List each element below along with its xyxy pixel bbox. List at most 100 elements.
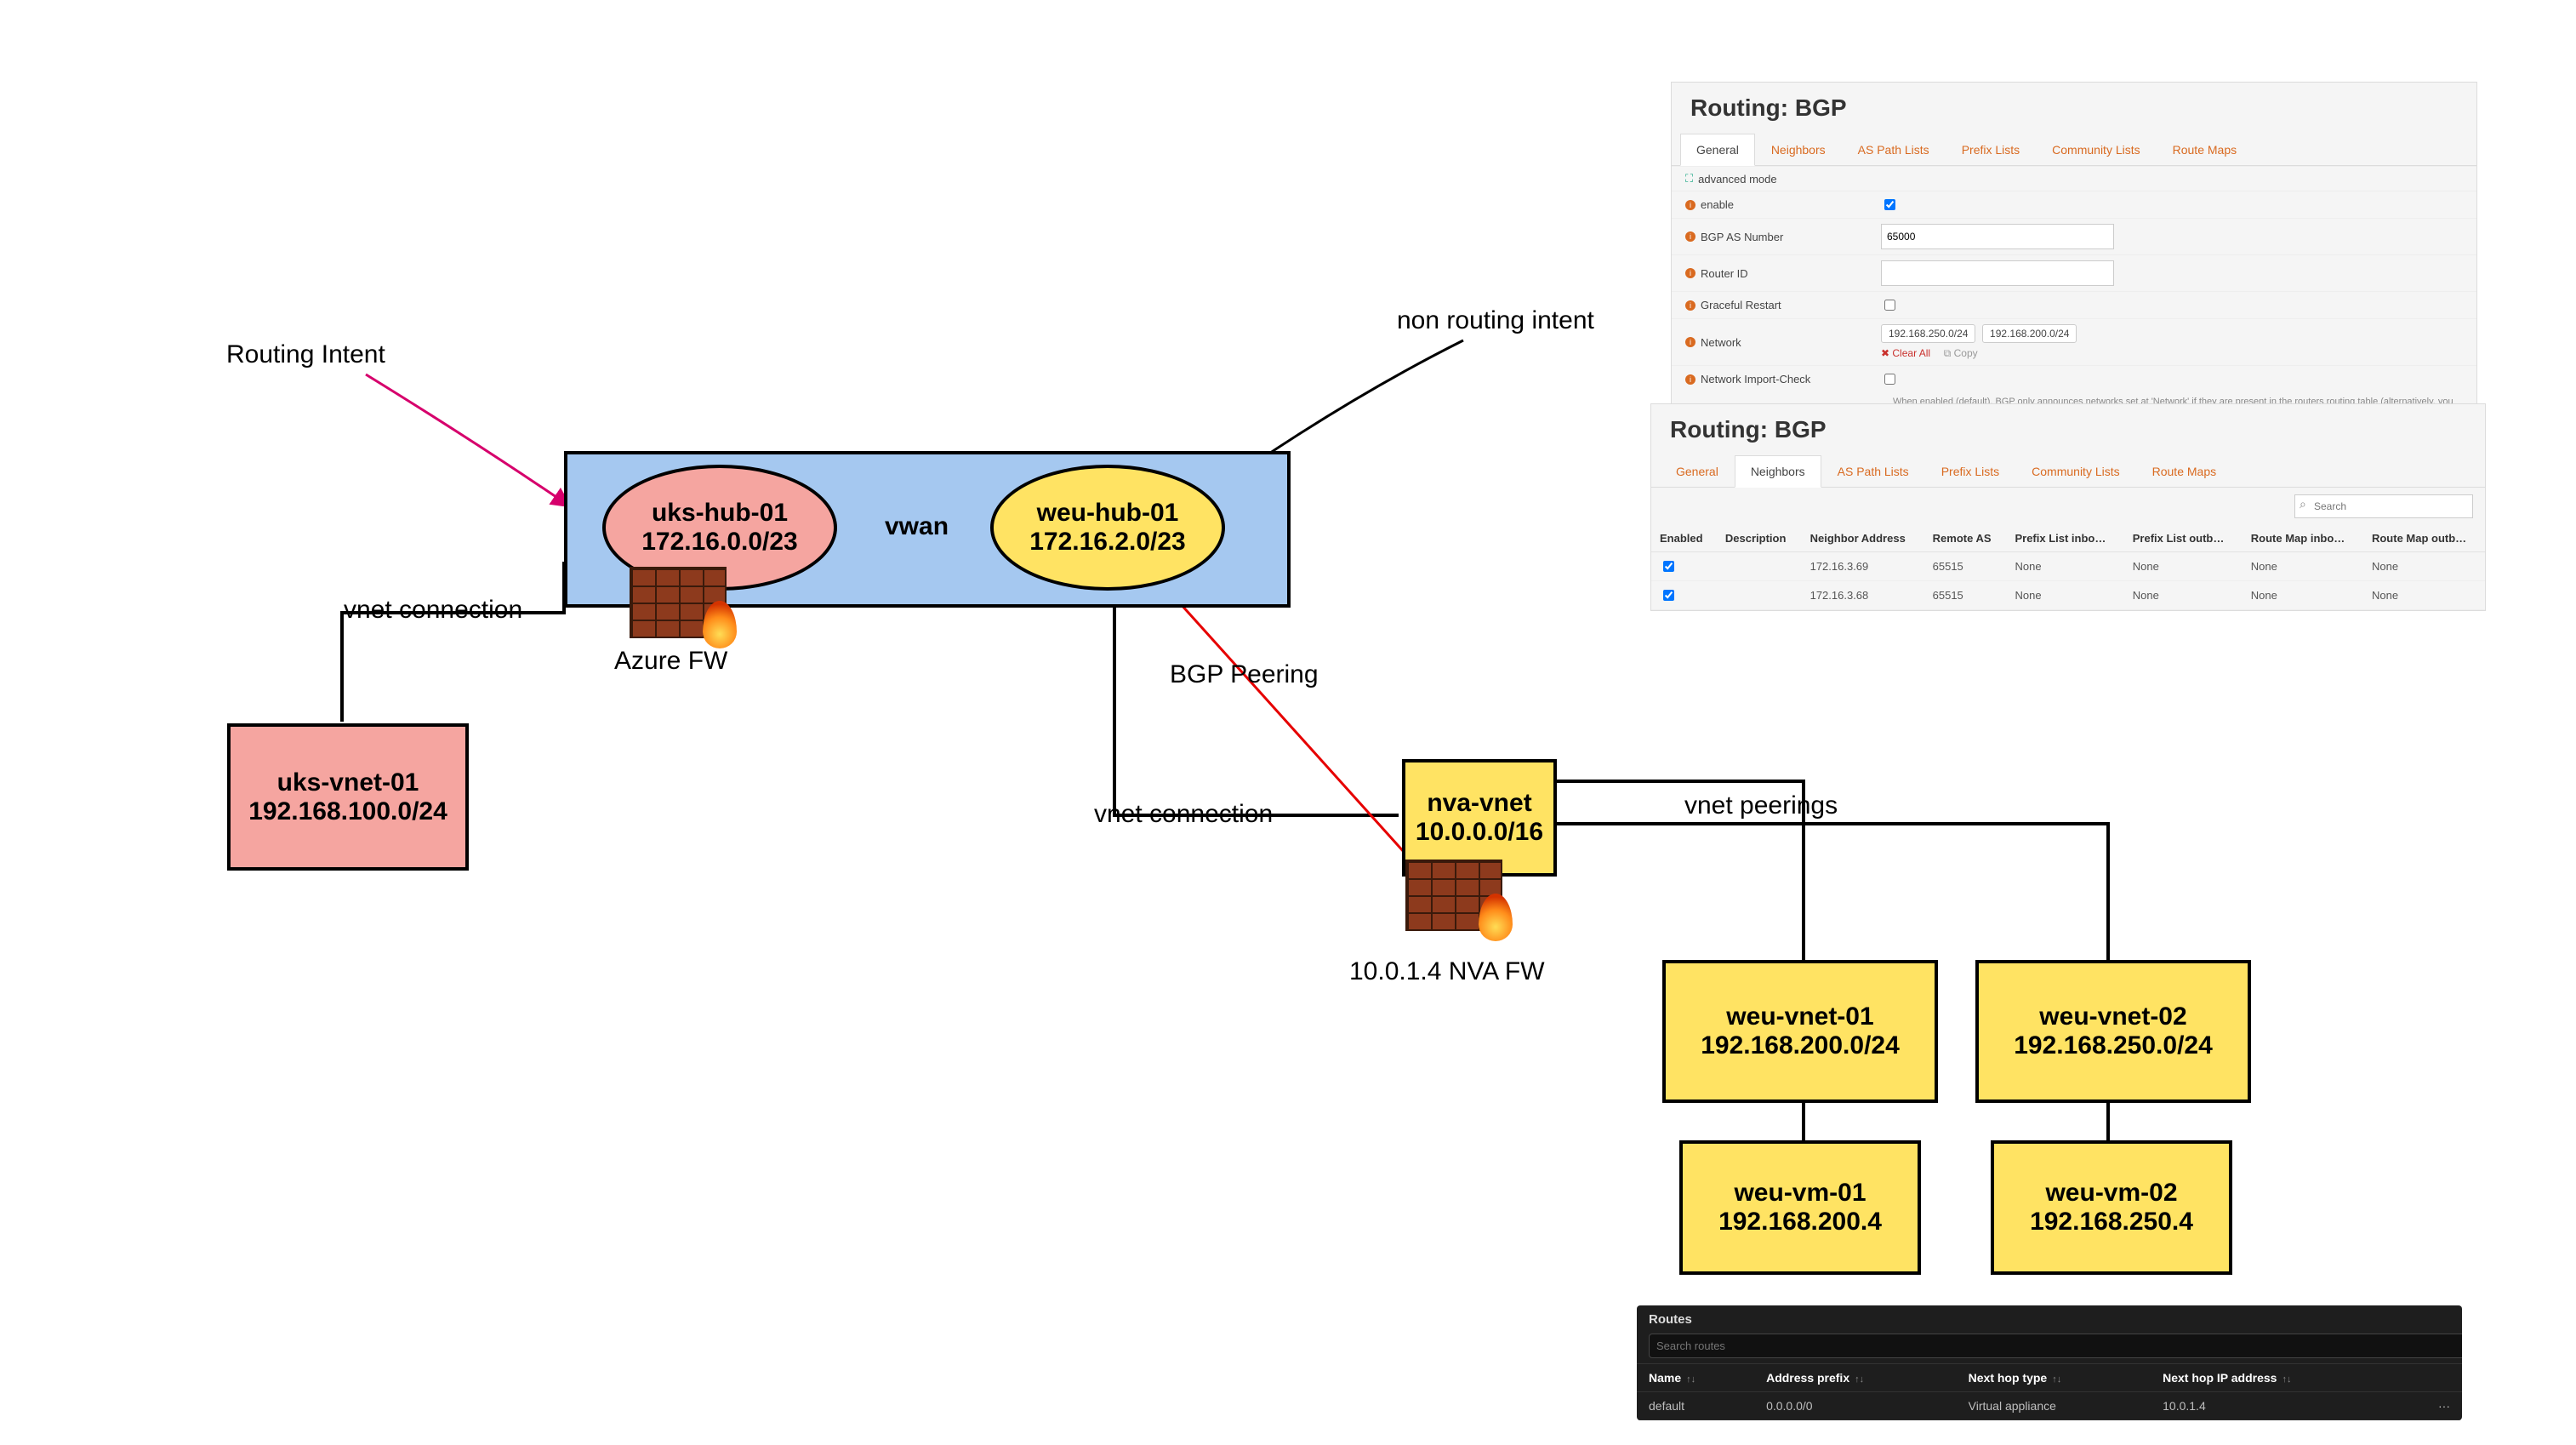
tab-community[interactable]: Community Lists	[2036, 134, 2156, 165]
network-pill-2[interactable]: 192.168.200.0/24	[1982, 324, 2077, 343]
routes-panel: Routes Name↑↓ Address prefix↑↓ Next hop …	[1637, 1305, 2462, 1420]
ntab-aspath[interactable]: AS Path Lists	[1821, 455, 1925, 487]
as-number-input[interactable]	[1881, 224, 2114, 249]
nb2-addr: 172.16.3.68	[1802, 581, 1924, 610]
r-h-name[interactable]: Name↑↓	[1637, 1364, 1754, 1392]
uks-vnet-cidr: 192.168.100.0/24	[248, 797, 447, 826]
weu-vm-02-name: weu-vm-02	[2045, 1179, 2177, 1208]
nb-h-desc[interactable]: Description	[1717, 525, 1802, 552]
nb-h-addr[interactable]: Neighbor Address	[1802, 525, 1924, 552]
nb2-desc	[1717, 581, 1802, 610]
row-network-label: Network	[1701, 336, 1741, 349]
graceful-checkbox[interactable]	[1884, 300, 1895, 311]
label-vnet-connection-2: vnet connection	[1094, 800, 1273, 829]
copy-button[interactable]: ⧉ Copy	[1944, 347, 1978, 359]
r-h-type[interactable]: Next hop type↑↓	[1957, 1364, 2151, 1392]
tab-neighbors[interactable]: Neighbors	[1755, 134, 1842, 165]
tab-routemaps[interactable]: Route Maps	[2157, 134, 2253, 165]
nb2-as: 65515	[1924, 581, 2007, 610]
neighbor-search-input[interactable]	[2294, 494, 2473, 518]
nb1-desc	[1717, 552, 1802, 581]
weu-vm-02: weu-vm-02 192.168.250.4	[1991, 1140, 2232, 1275]
nb-h-rmo[interactable]: Route Map outb…	[2363, 525, 2485, 552]
info-icon: i	[1685, 200, 1695, 210]
tab-prefix[interactable]: Prefix Lists	[1946, 134, 2036, 165]
weu-vm-01-ip: 192.168.200.4	[1718, 1208, 1882, 1237]
nb-h-as[interactable]: Remote AS	[1924, 525, 2007, 552]
bgp-general-title: Routing: BGP	[1672, 83, 2476, 134]
nb1-rmi: None	[2243, 552, 2363, 581]
routes-title: Routes	[1637, 1305, 2462, 1334]
weu-vm-01-name: weu-vm-01	[1734, 1179, 1866, 1208]
route-row[interactable]: default 0.0.0.0/0 Virtual appliance 10.0…	[1637, 1392, 2462, 1420]
weu-vm-01: weu-vm-01 192.168.200.4	[1679, 1140, 1921, 1275]
route-more-icon[interactable]: ···	[2404, 1392, 2462, 1420]
row-as-label: BGP AS Number	[1701, 231, 1783, 243]
clear-all-button[interactable]: ✖ Clear All	[1881, 347, 1930, 359]
info-icon: i	[1685, 374, 1695, 385]
route-prefix: 0.0.0.0/0	[1754, 1392, 1957, 1420]
uks-vnet-name: uks-vnet-01	[277, 768, 419, 797]
route-ip: 10.0.1.4	[2151, 1392, 2404, 1420]
nb2-enabled[interactable]	[1663, 590, 1674, 601]
label-vnet-connection-1: vnet connection	[344, 596, 522, 625]
weu-vnet-01-cidr: 192.168.200.0/24	[1701, 1031, 1900, 1060]
r-h-prefix[interactable]: Address prefix↑↓	[1754, 1364, 1957, 1392]
nb-h-enabled[interactable]: Enabled	[1651, 525, 1717, 552]
route-name: default	[1637, 1392, 1754, 1420]
nva-vnet-name: nva-vnet	[1427, 789, 1531, 818]
weu-vnet-01: weu-vnet-01 192.168.200.0/24	[1662, 960, 1938, 1103]
uks-vnet-01: uks-vnet-01 192.168.100.0/24	[227, 723, 469, 871]
row-advanced[interactable]: advanced mode	[1698, 173, 1777, 186]
azure-firewall-icon	[630, 567, 732, 643]
ntab-community[interactable]: Community Lists	[2015, 455, 2135, 487]
info-icon: i	[1685, 268, 1695, 278]
nb2-pli: None	[2006, 581, 2123, 610]
label-vnet-peerings: vnet peerings	[1684, 791, 1838, 820]
nb1-plo: None	[2124, 552, 2243, 581]
nb1-as: 65515	[1924, 552, 2007, 581]
row-graceful-label: Graceful Restart	[1701, 299, 1781, 311]
neighbor-row[interactable]: 172.16.3.69 65515 None None None None	[1651, 552, 2485, 581]
nb2-rmi: None	[2243, 581, 2363, 610]
info-icon: i	[1685, 231, 1695, 242]
enable-checkbox[interactable]	[1884, 199, 1895, 210]
uks-hub-name: uks-hub-01	[652, 499, 788, 528]
label-vwan: vwan	[885, 512, 949, 541]
nb-h-rmi[interactable]: Route Map inbo…	[2243, 525, 2363, 552]
ntab-neighbors[interactable]: Neighbors	[1735, 455, 1821, 488]
import-check-checkbox[interactable]	[1884, 374, 1895, 385]
network-pill-1[interactable]: 192.168.250.0/24	[1881, 324, 1975, 343]
row-enable-label: enable	[1701, 198, 1734, 211]
bgp-general-tabs: General Neighbors AS Path Lists Prefix L…	[1672, 134, 2476, 166]
nb-h-plo[interactable]: Prefix List outb…	[2124, 525, 2243, 552]
ntab-prefix[interactable]: Prefix Lists	[1925, 455, 2015, 487]
nb1-enabled[interactable]	[1663, 561, 1674, 572]
weu-hub-name: weu-hub-01	[1037, 499, 1179, 528]
bgp-neighbors-panel: Routing: BGP General Neighbors AS Path L…	[1650, 403, 2486, 611]
row-import-label: Network Import-Check	[1701, 373, 1810, 386]
tab-aspath[interactable]: AS Path Lists	[1842, 134, 1946, 165]
ntab-general[interactable]: General	[1660, 455, 1735, 487]
nb-h-pli[interactable]: Prefix List inbo…	[2006, 525, 2123, 552]
ntab-routemaps[interactable]: Route Maps	[2136, 455, 2232, 487]
neighbor-table: Enabled Description Neighbor Address Rem…	[1651, 525, 2485, 610]
label-routing-intent: Routing Intent	[226, 340, 385, 369]
info-icon: i	[1685, 300, 1695, 311]
weu-vm-02-ip: 192.168.250.4	[2030, 1208, 2193, 1237]
weu-vnet-02-cidr: 192.168.250.0/24	[2014, 1031, 2213, 1060]
label-bgp-peering: BGP Peering	[1170, 660, 1319, 689]
routes-search-input[interactable]	[1649, 1334, 2462, 1358]
r-h-ip[interactable]: Next hop IP address↑↓	[2151, 1364, 2404, 1392]
weu-hub-cidr: 172.16.2.0/23	[1029, 528, 1186, 557]
nb1-rmo: None	[2363, 552, 2485, 581]
tab-general[interactable]: General	[1680, 134, 1755, 166]
weu-hub: weu-hub-01 172.16.2.0/23	[990, 465, 1225, 591]
neighbor-row[interactable]: 172.16.3.68 65515 None None None None	[1651, 581, 2485, 610]
weu-vnet-01-name: weu-vnet-01	[1726, 1002, 1873, 1031]
weu-vnet-02-name: weu-vnet-02	[2039, 1002, 2186, 1031]
row-routerid-label: Router ID	[1701, 267, 1748, 280]
label-nva-fw: 10.0.1.4 NVA FW	[1349, 957, 1545, 986]
bgp-general-panel: Routing: BGP General Neighbors AS Path L…	[1671, 82, 2477, 431]
router-id-input[interactable]	[1881, 260, 2114, 286]
